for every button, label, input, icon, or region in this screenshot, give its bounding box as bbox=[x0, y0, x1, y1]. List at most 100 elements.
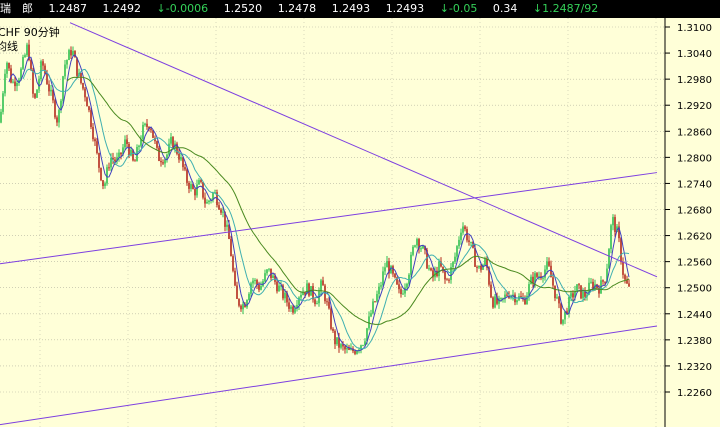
y-tick-label-10: 1.2500 bbox=[677, 284, 712, 295]
candle-body bbox=[562, 319, 564, 324]
candle-body bbox=[478, 265, 480, 268]
candle-body bbox=[456, 246, 458, 257]
candle-body bbox=[462, 226, 464, 233]
candle-body bbox=[92, 126, 94, 140]
candle-body bbox=[66, 59, 68, 65]
candle-body bbox=[340, 344, 342, 348]
candle-body bbox=[172, 137, 174, 148]
candle-body bbox=[226, 224, 228, 227]
candle-body bbox=[276, 281, 278, 292]
chart-subtitle: 均线 bbox=[0, 39, 18, 53]
candle-body bbox=[68, 50, 70, 60]
candle-body bbox=[0, 111, 2, 123]
y-tick-label-5: 1.2800 bbox=[677, 153, 712, 164]
candle-body bbox=[50, 89, 52, 92]
candle-body bbox=[326, 301, 328, 303]
candle-body bbox=[260, 286, 262, 290]
candle-body bbox=[612, 217, 614, 226]
candle-body bbox=[490, 284, 492, 298]
candle-body bbox=[190, 184, 192, 189]
candle-body bbox=[22, 57, 24, 69]
candle-body bbox=[120, 152, 122, 155]
candle-body bbox=[362, 345, 364, 347]
candle-body bbox=[126, 139, 128, 144]
candle-body bbox=[386, 261, 388, 268]
candle-body bbox=[278, 285, 280, 292]
quote-header: 瑞 郎 1.2487 1.2492 ↓-0.0006 1.2520 1.2478… bbox=[0, 0, 720, 18]
candle-body bbox=[240, 305, 242, 310]
candle-body bbox=[494, 296, 496, 308]
candle-body bbox=[168, 143, 170, 155]
candle-body bbox=[602, 280, 604, 282]
candle-body bbox=[460, 232, 462, 240]
candle-body bbox=[308, 283, 310, 296]
candle-body bbox=[8, 62, 10, 69]
price-chart[interactable]: 1.3100 1.3040 1.2980 1.2920 1.2860 1.2800 1.27… bbox=[0, 18, 720, 427]
candle-body bbox=[16, 83, 18, 87]
candle-body bbox=[320, 280, 322, 292]
candle-body bbox=[400, 289, 402, 295]
candle-body bbox=[422, 245, 424, 249]
candle-body bbox=[110, 157, 112, 168]
candle-body bbox=[158, 147, 160, 161]
candle-body bbox=[414, 245, 416, 247]
candle-body bbox=[398, 284, 400, 290]
candle-body bbox=[180, 157, 182, 160]
candle-body bbox=[242, 304, 244, 310]
candle-body bbox=[64, 64, 66, 77]
candle-body bbox=[218, 205, 220, 210]
candle-body bbox=[12, 81, 14, 83]
candle-body bbox=[208, 200, 210, 203]
candle-body bbox=[86, 97, 88, 107]
candle-body bbox=[178, 153, 180, 160]
candle-body bbox=[558, 297, 560, 304]
candle-body bbox=[544, 269, 546, 278]
candle-body bbox=[346, 348, 348, 350]
y-tick-label-6: 1.2740 bbox=[677, 179, 712, 190]
y-tick-label-7: 1.2680 bbox=[677, 206, 712, 217]
quote-v1: 1.2520 bbox=[223, 2, 263, 15]
candle-body bbox=[90, 110, 92, 127]
candle-body bbox=[24, 55, 26, 58]
candle-body bbox=[268, 268, 270, 270]
last-arrow-icon: ↓ bbox=[532, 2, 543, 15]
candle-body bbox=[54, 100, 56, 118]
candle-body bbox=[300, 294, 302, 298]
quote-v5: 0.34 bbox=[492, 2, 518, 15]
candle-body bbox=[198, 180, 200, 185]
candle-body bbox=[382, 271, 384, 286]
candle-body bbox=[410, 254, 412, 275]
candle-body bbox=[144, 123, 146, 125]
y-tick-label-9: 1.2560 bbox=[677, 258, 712, 269]
quote-v4: 1.2493 bbox=[385, 2, 425, 15]
candle-body bbox=[416, 239, 418, 246]
candle-body bbox=[46, 73, 48, 85]
candle-body bbox=[164, 159, 166, 164]
candle-body bbox=[622, 261, 624, 275]
y-tick-label-13: 1.2320 bbox=[677, 362, 712, 373]
candle-body bbox=[4, 73, 6, 94]
candle-body bbox=[546, 261, 548, 270]
candle-body bbox=[204, 197, 206, 204]
candle-body bbox=[160, 160, 162, 163]
candle-body bbox=[506, 294, 508, 296]
candle-body bbox=[62, 76, 64, 101]
candle-body bbox=[202, 181, 204, 198]
candle-body bbox=[48, 84, 50, 92]
pct-arrow-icon: ↓ bbox=[439, 2, 449, 15]
quote-v2: 1.2478 bbox=[277, 2, 317, 15]
instrument-name: 瑞 郎 bbox=[0, 2, 33, 15]
candle-body bbox=[372, 301, 374, 314]
candle-body bbox=[34, 93, 36, 98]
candle-body bbox=[70, 50, 72, 56]
candle-body bbox=[530, 276, 532, 285]
candle-body bbox=[542, 277, 544, 279]
candle-body bbox=[206, 202, 208, 204]
candle-body bbox=[124, 139, 126, 148]
candle-body bbox=[118, 152, 120, 158]
candle-body bbox=[6, 62, 8, 74]
candle-body bbox=[138, 145, 140, 148]
y-tick-label-8: 1.2620 bbox=[677, 232, 712, 243]
candle-body bbox=[114, 159, 116, 162]
candle-body bbox=[284, 292, 286, 299]
